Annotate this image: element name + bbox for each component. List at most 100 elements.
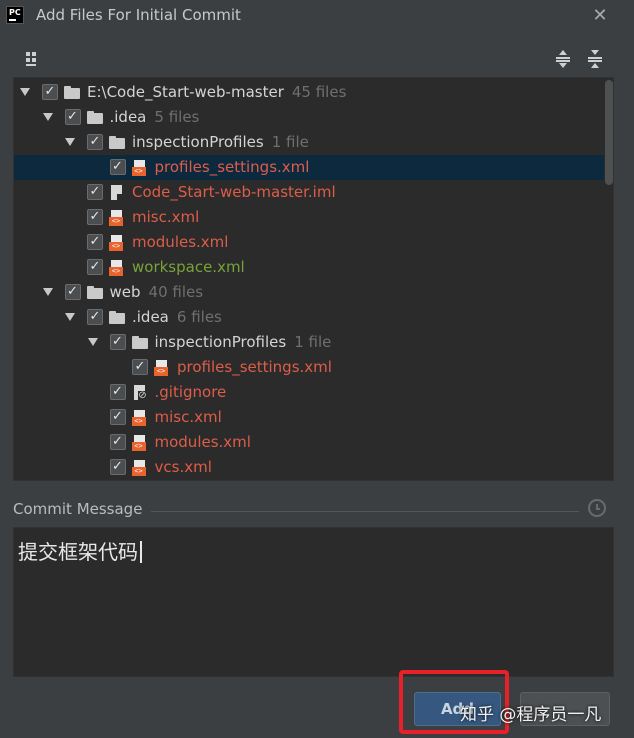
tree-item-label: Code_Start-web-master.iml	[132, 180, 336, 205]
include-checkbox[interactable]: ✓	[87, 209, 103, 225]
tree-item-label: inspectionProfiles 1 file	[132, 130, 309, 155]
include-checkbox[interactable]: ✓	[109, 459, 126, 475]
item-name: profiles_settings.xml	[177, 358, 332, 376]
include-checkbox[interactable]: ✓	[109, 159, 126, 175]
expand-arrow-icon[interactable]	[42, 113, 53, 121]
expand-arrow-icon[interactable]	[87, 338, 98, 346]
group-by-icon[interactable]	[26, 52, 40, 66]
xml-file-icon	[131, 435, 148, 451]
tree-item-label: profiles_settings.xml	[155, 155, 310, 180]
watermark: 知乎 @程序员一凡	[460, 705, 602, 725]
ignore-file-icon	[132, 385, 148, 401]
item-name: E:\Code_Start-web-master	[87, 83, 284, 101]
include-checkbox[interactable]: ✓	[109, 334, 126, 350]
item-name: workspace.xml	[132, 258, 245, 276]
tree-item-label: .gitignore	[155, 380, 227, 405]
tree-file-row[interactable]: ✓ .gitignore	[14, 380, 604, 405]
file-count: 1 file	[271, 133, 309, 151]
tree-item-label: inspectionProfiles 1 file	[155, 330, 332, 355]
include-checkbox[interactable]: ✓	[132, 359, 148, 375]
tree-scrollbar[interactable]	[605, 80, 613, 185]
tree-file-row[interactable]: ✓ vcs.xml	[14, 455, 604, 480]
item-name: .gitignore	[154, 383, 227, 401]
tree-file-row[interactable]: ✓ modules.xml	[14, 430, 604, 455]
include-checkbox[interactable]: ✓	[109, 384, 126, 400]
module-file-icon	[109, 185, 125, 201]
file-count: 6 files	[176, 308, 222, 326]
pycharm-icon: PC	[6, 6, 24, 24]
xml-file-icon	[109, 210, 125, 226]
include-checkbox[interactable]: ✓	[109, 409, 126, 425]
include-checkbox[interactable]: ✓	[64, 284, 81, 300]
file-count: 1 file	[294, 333, 332, 351]
item-name: profiles_settings.xml	[154, 158, 310, 176]
tree-file-row[interactable]: ✓ misc.xml	[14, 205, 604, 230]
tree-folder-row[interactable]: ✓ .idea 6 files	[14, 305, 604, 330]
tree-item-label: E:\Code_Start-web-master 45 files	[87, 80, 346, 105]
commit-message-label: Commit Message	[13, 500, 143, 518]
title-bar: PC Add Files For Initial Commit ✕	[0, 0, 634, 32]
tree-item-label: vcs.xml	[155, 455, 212, 480]
item-name: Code_Start-web-master.iml	[132, 183, 336, 201]
xml-file-icon	[131, 160, 148, 176]
commit-message-text: 提交框架代码	[18, 536, 142, 565]
tree-file-row[interactable]: ✓ profiles_settings.xml	[14, 155, 604, 180]
include-checkbox[interactable]: ✓	[87, 259, 103, 275]
tree-item-label: profiles_settings.xml	[177, 355, 332, 380]
folder-icon	[131, 335, 148, 351]
expand-arrow-icon[interactable]	[42, 288, 53, 296]
file-count: 5 files	[154, 108, 200, 126]
expand-arrow-icon[interactable]	[20, 88, 30, 96]
tree-item-label: misc.xml	[155, 405, 222, 430]
commit-message-input[interactable]: 提交框架代码	[13, 527, 614, 677]
tree-file-row[interactable]: ✓ modules.xml	[14, 230, 604, 255]
tree-item-label: .idea 5 files	[110, 105, 200, 130]
close-icon[interactable]: ✕	[588, 4, 612, 28]
item-name: web	[109, 283, 141, 301]
item-name: .idea	[109, 108, 147, 126]
include-checkbox[interactable]: ✓	[87, 184, 103, 200]
history-icon[interactable]	[588, 499, 606, 517]
file-count: 45 files	[291, 83, 347, 101]
include-checkbox[interactable]: ✓	[87, 309, 103, 325]
tree-file-row[interactable]: ✓ workspace.xml	[14, 255, 604, 280]
include-checkbox[interactable]: ✓	[109, 434, 126, 450]
tree-folder-row[interactable]: ✓ web 40 files	[14, 280, 604, 305]
tree-folder-row[interactable]: ✓ inspectionProfiles 1 file	[14, 330, 604, 355]
tree-item-label: modules.xml	[155, 430, 251, 455]
item-name: vcs.xml	[154, 458, 212, 476]
include-checkbox[interactable]: ✓	[87, 234, 103, 250]
tree-folder-row[interactable]: ✓ inspectionProfiles 1 file	[14, 130, 604, 155]
include-checkbox[interactable]: ✓	[64, 109, 81, 125]
item-name: misc.xml	[154, 408, 222, 426]
tree-file-row[interactable]: ✓ Code_Start-web-master.iml	[14, 180, 604, 205]
tree-item-label: web 40 files	[110, 280, 204, 305]
item-name: modules.xml	[154, 433, 251, 451]
tree-item-label: workspace.xml	[132, 255, 245, 280]
section-divider	[151, 511, 579, 512]
folder-icon	[109, 135, 125, 151]
include-checkbox[interactable]: ✓	[87, 134, 103, 150]
collapse-all-icon[interactable]	[586, 50, 604, 68]
expand-arrow-icon[interactable]	[65, 313, 75, 321]
xml-file-icon	[131, 460, 148, 476]
tree-folder-row[interactable]: ✓ .idea 5 files	[14, 105, 604, 130]
xml-file-icon	[131, 410, 148, 426]
file-tree[interactable]: ✓ E:\Code_Start-web-master 45 files ✓ .idea 5…	[13, 77, 614, 481]
tree-file-row[interactable]: ✓ profiles_settings.xml	[14, 355, 604, 380]
item-name: inspectionProfiles	[154, 333, 287, 351]
expand-all-icon[interactable]	[554, 50, 572, 68]
xml-file-icon	[154, 360, 170, 376]
xml-file-icon	[109, 260, 125, 276]
include-checkbox[interactable]: ✓	[42, 84, 58, 100]
tree-file-row[interactable]: ✓ misc.xml	[14, 405, 604, 430]
item-name: modules.xml	[132, 233, 229, 251]
folder-icon	[86, 110, 103, 126]
window-title: Add Files For Initial Commit	[36, 6, 241, 24]
tree-item-label: .idea 6 files	[132, 305, 222, 330]
item-name: misc.xml	[132, 208, 200, 226]
text-caret	[140, 541, 142, 563]
tree-folder-row[interactable]: ✓ E:\Code_Start-web-master 45 files	[14, 80, 604, 105]
folder-icon	[86, 285, 103, 301]
expand-arrow-icon[interactable]	[65, 138, 75, 146]
